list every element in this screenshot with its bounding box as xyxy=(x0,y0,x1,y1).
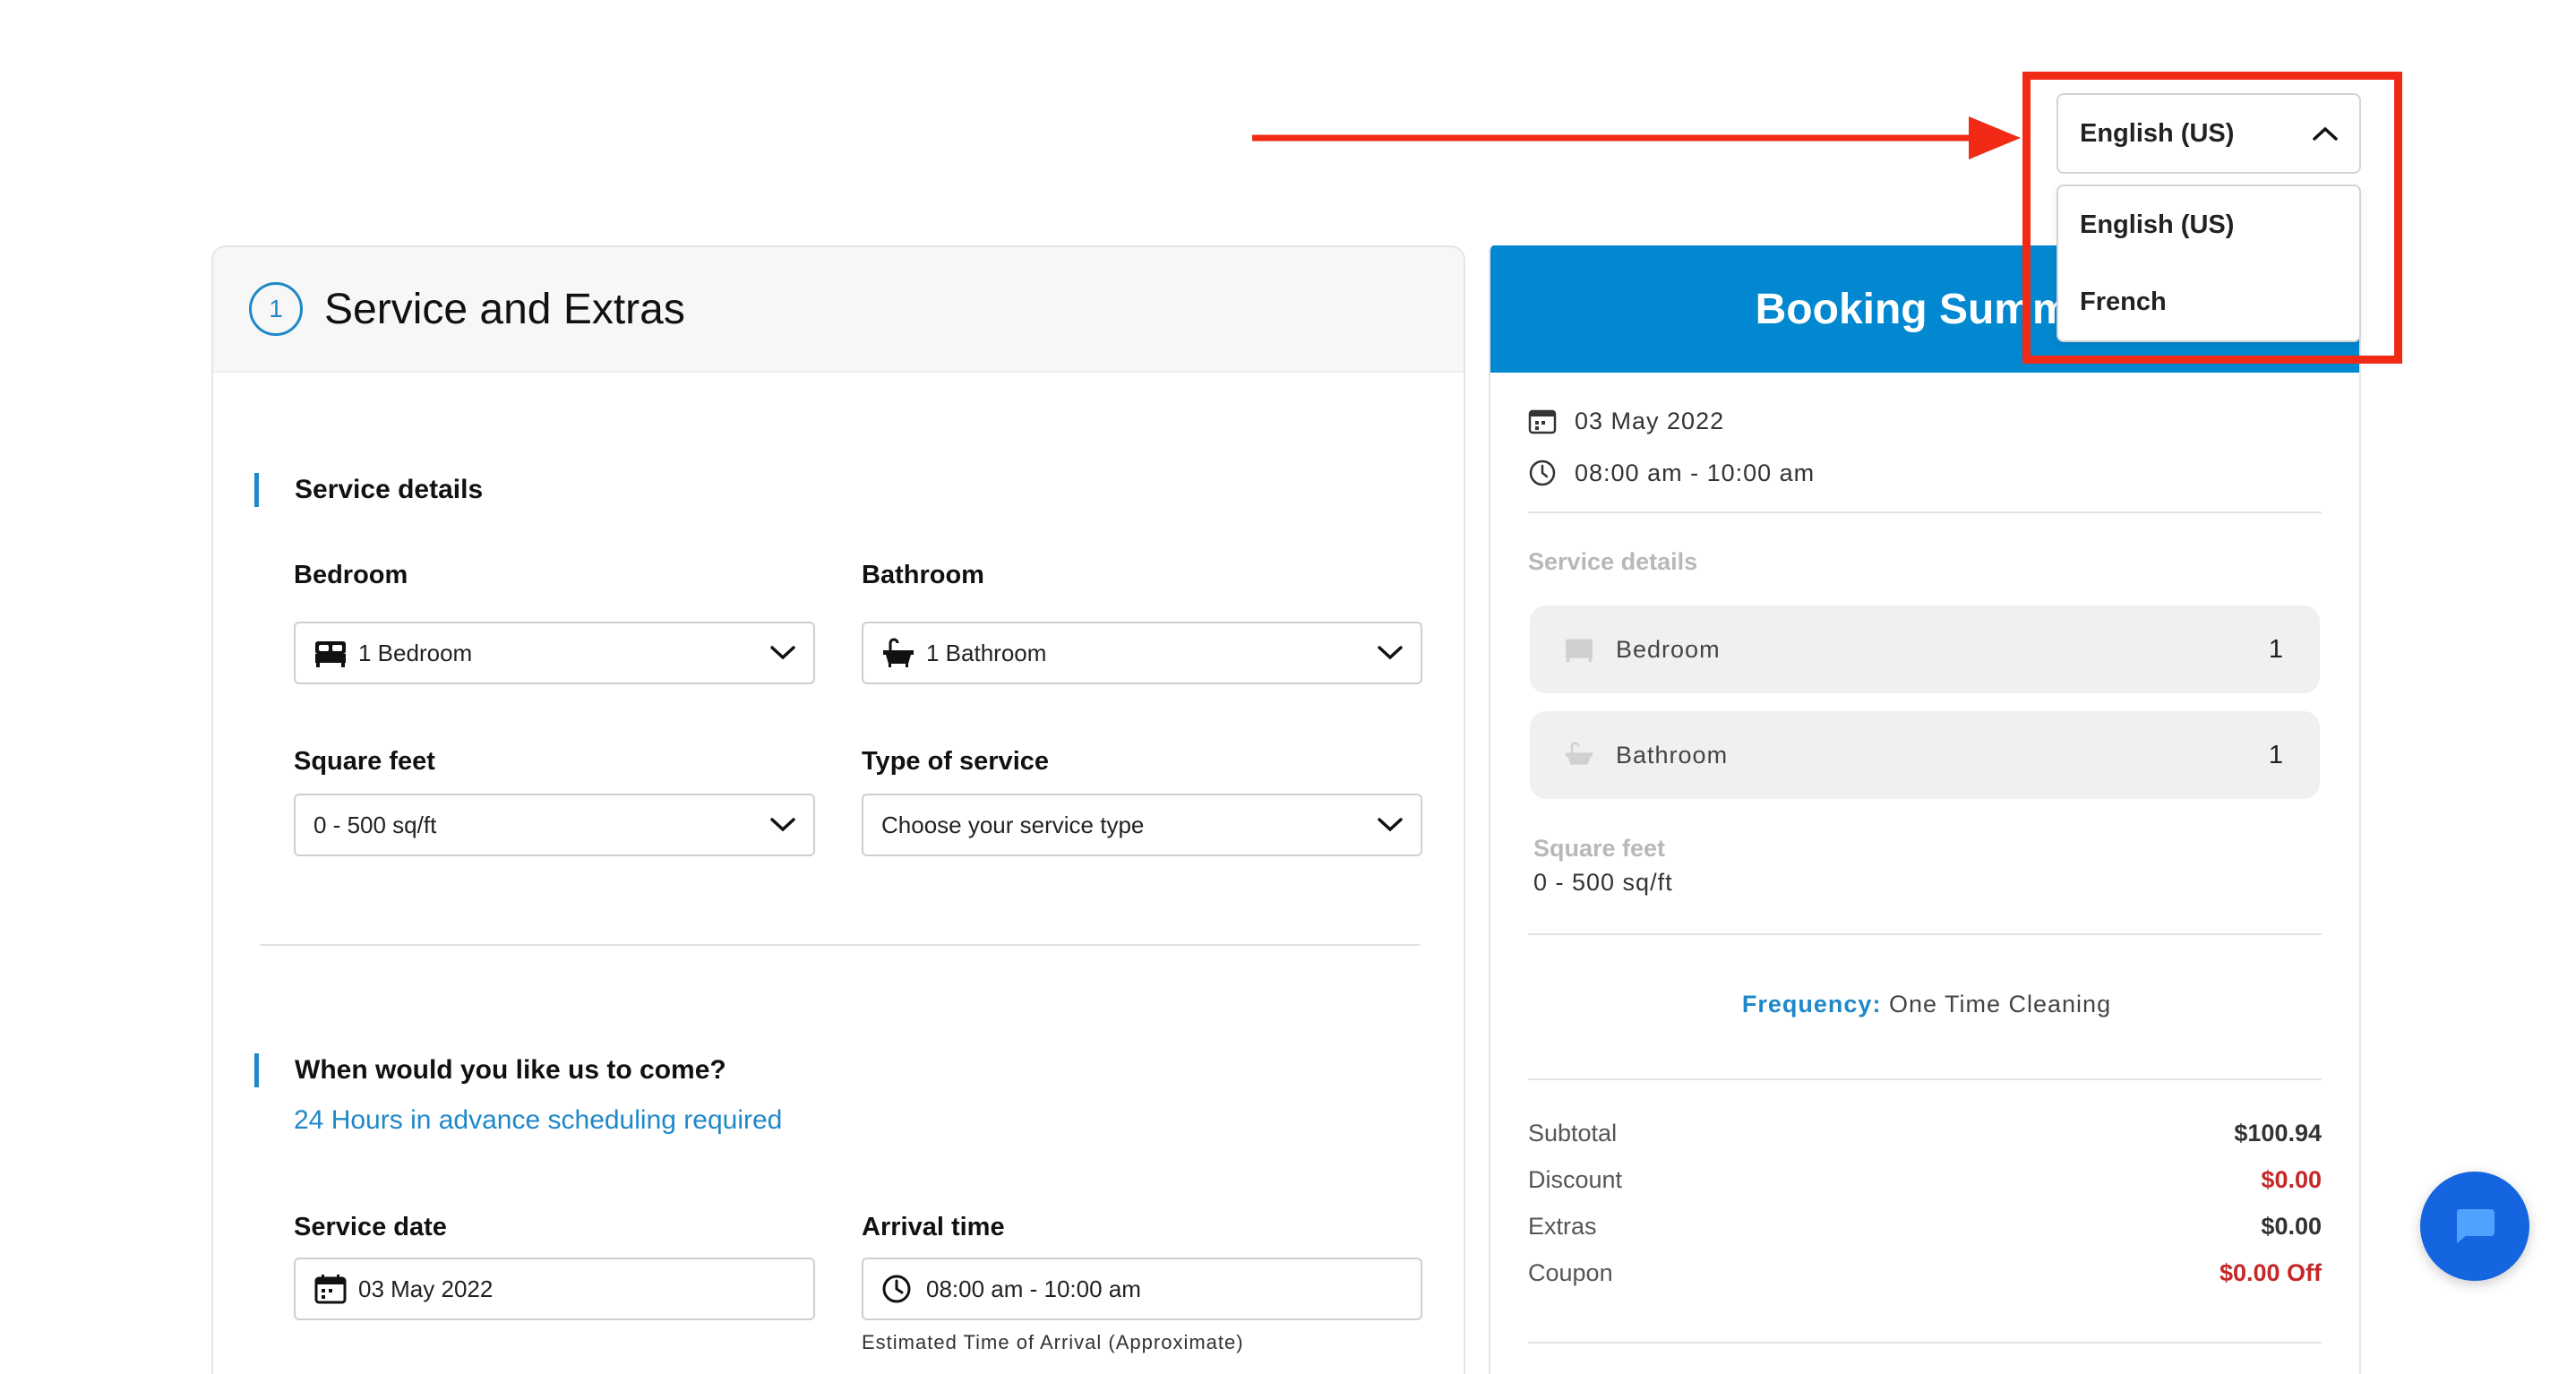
summary-date-text: 03 May 2022 xyxy=(1575,407,1725,434)
frequency-value: One Time Cleaning xyxy=(1888,991,2112,1018)
bathroom-label: Bathroom xyxy=(862,561,984,589)
booking-summary-card: Booking Summa 03 May 2022 08:00 am - 10:… xyxy=(1489,245,2361,1374)
discount-label: Discount xyxy=(1528,1166,1623,1193)
bathtub-icon xyxy=(883,638,914,667)
coupon-row: Coupon $0.00 Off xyxy=(1528,1259,2322,1287)
chevron-down-icon xyxy=(1378,818,1403,832)
summary-divider xyxy=(1528,933,2322,935)
coupon-label: Coupon xyxy=(1528,1259,1613,1286)
summary-item-bedroom: Bedroom 1 xyxy=(1530,605,2320,693)
annotation-arrow xyxy=(1252,116,2021,159)
language-option-french[interactable]: French xyxy=(2058,263,2359,340)
arrival-time-field[interactable]: 08:00 am - 10:00 am xyxy=(862,1258,1422,1320)
section-divider xyxy=(260,944,1421,946)
discount-amount: $0.00 xyxy=(2261,1166,2322,1193)
chat-icon xyxy=(2456,1209,2494,1243)
summary-item-count: 1 xyxy=(2268,740,2284,769)
summary-frequency: Frequency: One Time Cleaning xyxy=(1490,991,2359,1018)
language-option-english-us[interactable]: English (US) xyxy=(2058,186,2359,263)
summary-time-text: 08:00 am - 10:00 am xyxy=(1575,459,1816,486)
summary-item-label: Bathroom xyxy=(1616,741,1729,769)
bedroom-label: Bedroom xyxy=(294,561,408,589)
summary-sqft-value: 0 - 500 sq/ft xyxy=(1533,869,1673,896)
bathroom-value: 1 Bathroom xyxy=(926,639,1047,666)
summary-divider xyxy=(1528,1342,2322,1344)
scheduling-note: 24 Hours in advance scheduling required xyxy=(294,1105,783,1135)
arrival-time-label: Arrival time xyxy=(862,1213,1005,1241)
service-date-field[interactable]: 03 May 2022 xyxy=(294,1258,815,1320)
service-type-label: Type of service xyxy=(862,747,1050,776)
extras-label: Extras xyxy=(1528,1213,1597,1240)
bathtub-icon xyxy=(1566,742,1593,765)
booking-summary-title: Booking Summa xyxy=(1755,285,2095,333)
clock-icon xyxy=(882,1275,911,1303)
calendar-icon xyxy=(1528,409,1557,434)
calendar-icon xyxy=(314,1275,347,1304)
bedroom-value: 1 Bedroom xyxy=(358,639,473,666)
subtotal-label: Subtotal xyxy=(1528,1120,1618,1146)
chevron-down-icon xyxy=(770,818,795,832)
frequency-key: Frequency: xyxy=(1741,991,1882,1018)
sqft-label: Square feet xyxy=(294,747,435,776)
summary-time: 08:00 am - 10:00 am xyxy=(1528,459,1815,487)
language-dropdown-menu: English (US) French xyxy=(2057,185,2361,342)
step-number-badge: 1 xyxy=(249,282,303,336)
service-date-label: Service date xyxy=(294,1213,447,1241)
coupon-amount: $0.00 Off xyxy=(2219,1259,2322,1286)
bathroom-select[interactable]: 1 Bathroom xyxy=(862,622,1422,684)
discount-row: Discount $0.00 xyxy=(1528,1166,2322,1194)
subtotal-row: Subtotal $100.94 xyxy=(1528,1120,2322,1147)
arrival-time-value: 08:00 am - 10:00 am xyxy=(926,1275,1141,1302)
summary-item-bathroom: Bathroom 1 xyxy=(1530,711,2320,799)
subtotal-amount: $100.94 xyxy=(2234,1120,2322,1146)
chevron-down-icon xyxy=(1378,646,1403,660)
clock-icon xyxy=(1529,459,1556,486)
arrival-estimate-note: Estimated Time of Arrival (Approximate) xyxy=(862,1331,1244,1353)
sqft-select[interactable]: 0 - 500 sq/ft xyxy=(294,794,815,856)
chevron-down-icon xyxy=(770,646,795,660)
bedroom-select[interactable]: 1 Bedroom xyxy=(294,622,815,684)
bed-icon xyxy=(315,641,346,667)
language-selected-value: English (US) xyxy=(2080,118,2235,148)
summary-divider xyxy=(1528,1078,2322,1080)
service-date-value: 03 May 2022 xyxy=(358,1275,494,1302)
summary-date: 03 May 2022 xyxy=(1528,407,1724,435)
language-select[interactable]: English (US) xyxy=(2057,93,2361,174)
service-type-select[interactable]: Choose your service type xyxy=(862,794,1422,856)
schedule-heading: When would you like us to come? xyxy=(254,1053,726,1087)
service-extras-card: 1 Service and Extras Service details Bed… xyxy=(211,245,1465,1374)
chat-button[interactable] xyxy=(2420,1172,2529,1281)
summary-item-label: Bedroom xyxy=(1616,635,1721,663)
summary-sqft-label: Square feet xyxy=(1533,835,1666,862)
sqft-value: 0 - 500 sq/ft xyxy=(313,811,437,838)
summary-service-details-label: Service details xyxy=(1528,548,1698,575)
bed-icon xyxy=(1566,639,1593,663)
service-extras-title: Service and Extras xyxy=(324,285,685,333)
service-type-value: Choose your service type xyxy=(881,811,1145,838)
summary-item-count: 1 xyxy=(2268,634,2284,664)
service-details-heading: Service details xyxy=(254,473,483,507)
extras-amount: $0.00 xyxy=(2261,1213,2322,1240)
service-extras-header: 1 Service and Extras xyxy=(213,247,1464,373)
chevron-up-icon xyxy=(2313,126,2338,141)
extras-row: Extras $0.00 xyxy=(1528,1213,2322,1241)
summary-divider xyxy=(1528,511,2322,513)
